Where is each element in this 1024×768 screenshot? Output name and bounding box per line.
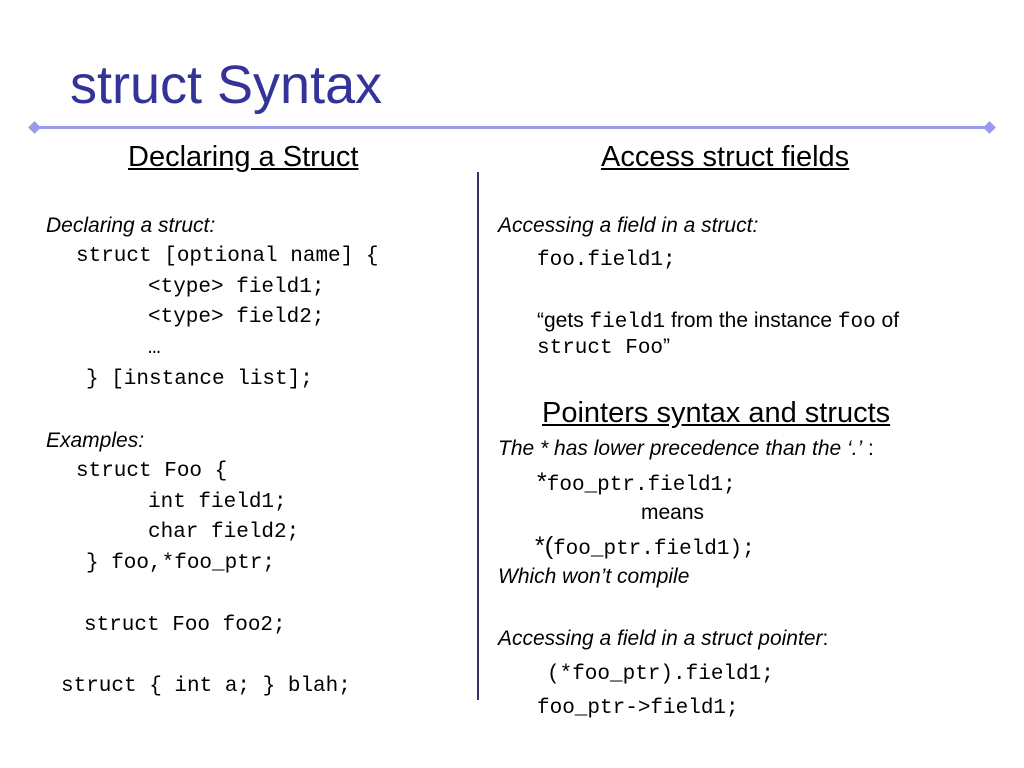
title-underline: [34, 126, 990, 129]
gets-text-1: gets: [544, 309, 590, 332]
decl-line-4: …: [148, 337, 161, 360]
ptr-code-1: foo_ptr.field1;: [546, 474, 736, 497]
gets-description-line-1: “gets field1 from the instance foo of: [537, 308, 899, 336]
rule-right-diamond: [983, 121, 996, 134]
arrow-code: foo_ptr->field1;: [537, 697, 739, 720]
gets-code-foo: foo: [837, 311, 876, 334]
decl-line-1: struct [optional name] {: [76, 245, 379, 268]
gets-text-3: of: [875, 309, 900, 332]
slide-title: struct Syntax: [70, 55, 383, 115]
rule-left-diamond: [28, 121, 41, 134]
ptr-code-2: foo_ptr.field1);: [553, 538, 755, 561]
example-line-1: struct Foo {: [76, 460, 228, 483]
ptr-expr-2: *(foo_ptr.field1);: [535, 533, 755, 563]
precedence-colon: :: [862, 437, 874, 460]
pointer-label-colon: :: [822, 627, 829, 650]
gets-code-field1: field1: [589, 311, 666, 334]
decl-line-2: <type> field1;: [148, 276, 325, 299]
example-line-5: struct Foo foo2;: [84, 614, 286, 637]
open-quote: “: [537, 309, 544, 332]
pointer-label: Accessing a field in a struct pointer:: [498, 626, 828, 652]
gets-description-line-2: struct Foo”: [537, 334, 670, 362]
declaring-label: Declaring a struct:: [46, 214, 216, 237]
wont-compile: Which won’t compile: [498, 565, 690, 588]
decl-line-3: <type> field2;: [148, 306, 325, 329]
close-quote: ”: [663, 335, 671, 358]
example-line-4: } foo,*foo_ptr;: [86, 552, 276, 575]
deref-code: (*foo_ptr).field1;: [547, 663, 774, 686]
access-code: foo.field1;: [537, 249, 676, 272]
ptr-star-paren: *(: [535, 532, 554, 560]
examples-label: Examples:: [46, 429, 145, 452]
precedence-text: The * has lower precedence than the ‘.’: [498, 437, 863, 460]
example-line-6: struct { int a; } blah;: [61, 675, 351, 698]
means-text: means: [641, 501, 705, 524]
ptr-star: *: [537, 468, 547, 496]
example-line-3: char field2;: [148, 521, 300, 544]
decl-line-5: } [instance list];: [86, 368, 313, 391]
example-line-2: int field1;: [148, 491, 287, 514]
gets-text-2: from the instance: [665, 309, 838, 332]
access-label: Accessing a field in a struct:: [498, 214, 759, 237]
column-divider: [477, 172, 479, 700]
pointers-heading: Pointers syntax and structs: [542, 397, 891, 429]
precedence-note: The * has lower precedence than the ‘.’ …: [498, 436, 874, 462]
right-heading: Access struct fields: [601, 141, 850, 173]
gets-code-struct-foo: struct Foo: [537, 337, 664, 360]
pointer-label-text: Accessing a field in a struct pointer: [498, 627, 823, 650]
ptr-expr-1: *foo_ptr.field1;: [537, 469, 736, 499]
left-heading: Declaring a Struct: [128, 141, 359, 173]
